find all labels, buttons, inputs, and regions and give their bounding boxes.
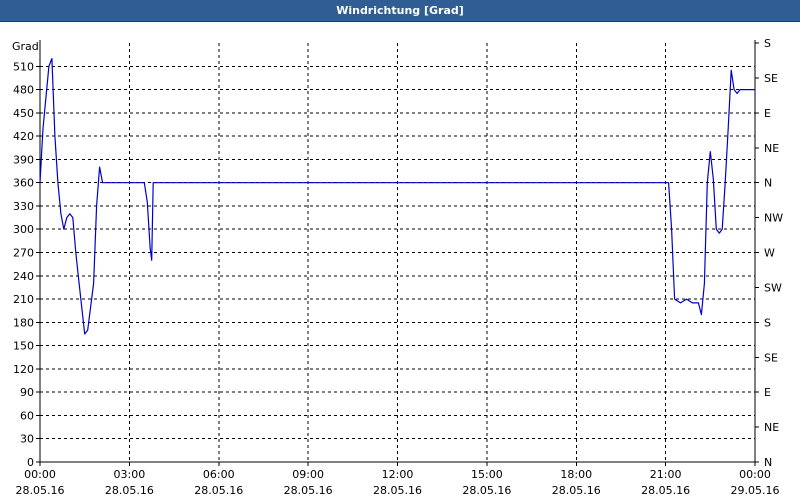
y-tick-label: 480 bbox=[13, 84, 34, 97]
compass-tick-label: W bbox=[764, 247, 775, 260]
x-tick-date-label: 28.05.16 bbox=[462, 484, 511, 497]
compass-tick-label: NW bbox=[764, 212, 783, 225]
compass-tick-label: SW bbox=[764, 281, 782, 294]
y-tick-label: 180 bbox=[13, 316, 34, 329]
y-tick-label: 210 bbox=[13, 293, 34, 306]
y-tick-label: 330 bbox=[13, 200, 34, 213]
compass-tick-label: SE bbox=[764, 351, 778, 364]
y-tick-label: 510 bbox=[13, 60, 34, 73]
y-tick-label: 360 bbox=[13, 177, 34, 190]
y-tick-label: 240 bbox=[13, 270, 34, 283]
x-tick-date-label: 28.05.16 bbox=[552, 484, 601, 497]
x-tick-date-label: 28.05.16 bbox=[641, 484, 690, 497]
y-axis-unit-label: Grad bbox=[12, 40, 39, 53]
compass-tick-label: N bbox=[764, 177, 772, 190]
y-tick-label: 30 bbox=[20, 433, 34, 446]
compass-tick-label: S bbox=[764, 316, 771, 329]
x-tick-date-label: 28.05.16 bbox=[373, 484, 422, 497]
compass-tick-label: NE bbox=[764, 142, 779, 155]
y-tick-label: 60 bbox=[20, 409, 34, 422]
wind-direction-chart: Grad 03060901201501802102402703003303603… bbox=[12, 37, 783, 497]
x-tick-date-label: 28.05.16 bbox=[105, 484, 154, 497]
x-tick-time-label: 00:00 bbox=[739, 468, 771, 481]
compass-tick-label: SE bbox=[764, 72, 778, 85]
y-tick-label: 450 bbox=[13, 107, 34, 120]
x-tick-time-label: 00:00 bbox=[24, 468, 56, 481]
x-tick-time-label: 06:00 bbox=[203, 468, 235, 481]
y-tick-label: 300 bbox=[13, 223, 34, 236]
x-tick-time-label: 15:00 bbox=[471, 468, 503, 481]
x-tick-time-label: 12:00 bbox=[382, 468, 414, 481]
y-tick-label: 390 bbox=[13, 153, 34, 166]
y-tick-label: 150 bbox=[13, 340, 34, 353]
compass-tick-label: NE bbox=[764, 421, 779, 434]
compass-tick-label: E bbox=[764, 386, 771, 399]
chart-window: Windrichtung [Grad] Grad 0 30 60 90 120 150 18… bbox=[0, 0, 800, 500]
x-tick-date-label: 29.05.16 bbox=[731, 484, 780, 497]
y-tick-label: 420 bbox=[13, 130, 34, 143]
compass-tick-label: E bbox=[764, 107, 771, 120]
y-tick-label: 120 bbox=[13, 363, 34, 376]
x-tick-date-label: 28.05.16 bbox=[284, 484, 333, 497]
x-tick-time-label: 21:00 bbox=[650, 468, 682, 481]
y-tick-label: 90 bbox=[20, 386, 34, 399]
x-tick-date-label: 28.05.16 bbox=[194, 484, 243, 497]
x-tick-time-label: 03:00 bbox=[114, 468, 146, 481]
compass-tick-label: S bbox=[764, 37, 771, 50]
y-tick-label: 270 bbox=[13, 247, 34, 260]
x-tick-time-label: 09:00 bbox=[292, 468, 324, 481]
x-tick-time-label: 18:00 bbox=[560, 468, 592, 481]
x-tick-date-label: 28.05.16 bbox=[16, 484, 65, 497]
